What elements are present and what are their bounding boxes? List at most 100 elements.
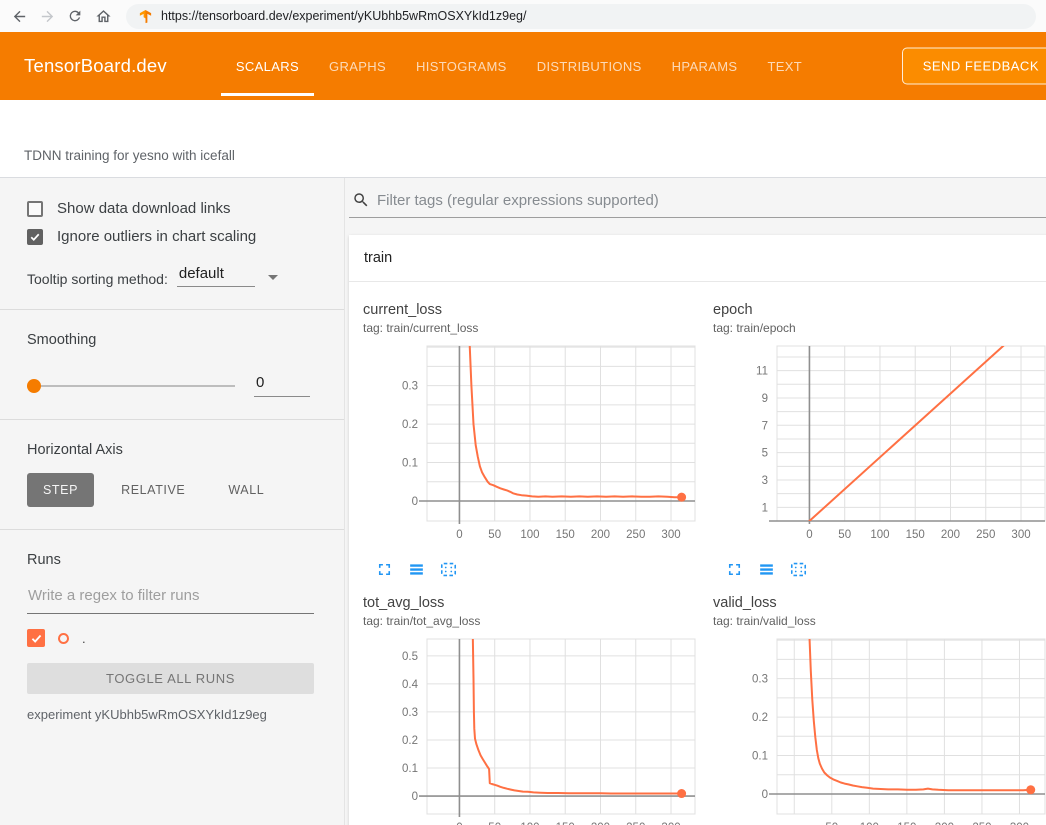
svg-text:0.2: 0.2 <box>402 419 418 431</box>
tab-scalars[interactable]: SCALARS <box>221 32 314 100</box>
run-checkbox[interactable] <box>27 629 45 647</box>
svg-text:0.3: 0.3 <box>402 381 418 393</box>
smoothing-value[interactable]: 0 <box>254 374 310 397</box>
tab-graphs[interactable]: GRAPHS <box>314 32 401 100</box>
svg-text:0.3: 0.3 <box>752 674 768 686</box>
svg-text:250: 250 <box>626 529 645 541</box>
tooltip-sorting-value: default <box>177 265 255 287</box>
chart-tag: tag: train/valid_loss <box>713 614 1046 628</box>
svg-text:100: 100 <box>870 529 889 541</box>
fit-domain-icon[interactable] <box>438 559 458 579</box>
general-settings-section: Show data download links Ignore outliers … <box>0 178 344 310</box>
smoothing-label: Smoothing <box>27 332 314 348</box>
tab-text[interactable]: TEXT <box>752 32 817 100</box>
chart-plot-valid_loss[interactable]: 5010015020025030000.10.20.3 <box>713 633 1046 825</box>
svg-text:0.2: 0.2 <box>752 712 768 724</box>
svg-text:0.4: 0.4 <box>402 679 419 691</box>
tag-group-card: train current_loss tag: train/current_los… <box>349 235 1046 825</box>
slider-thumb[interactable] <box>27 379 41 393</box>
tooltip-sorting-select[interactable]: default <box>177 265 278 287</box>
checkbox-label: Ignore outliers in chart scaling <box>57 228 256 245</box>
svg-text:250: 250 <box>976 529 995 541</box>
svg-text:0.1: 0.1 <box>402 458 418 470</box>
forward-icon[interactable] <box>34 3 60 29</box>
toggle-all-runs-button[interactable]: TOGGLE ALL RUNS <box>27 663 314 694</box>
send-feedback-button[interactable]: SEND FEEDBACK <box>902 48 1046 85</box>
svg-text:150: 150 <box>906 529 925 541</box>
axis-option-wall[interactable]: WALL <box>212 473 280 507</box>
chart-card-current_loss: current_loss tag: train/current_loss 0 50 10… <box>349 290 699 583</box>
axis-option-step[interactable]: STEP <box>27 473 94 507</box>
tag-group-header[interactable]: train <box>349 235 1046 282</box>
svg-text:0: 0 <box>806 529 812 541</box>
svg-text:300: 300 <box>1011 529 1030 541</box>
runs-label: Runs <box>27 552 314 568</box>
runs-section: Runs . TOGGLE ALL RUNS experiment yKUbhb… <box>0 530 344 744</box>
back-icon[interactable] <box>6 3 32 29</box>
series-line-. <box>473 636 682 793</box>
checkbox-label: Show data download links <box>57 200 230 217</box>
svg-text:9: 9 <box>762 393 768 405</box>
smoothing-section: Smoothing 0 <box>0 310 344 420</box>
axis-option-relative[interactable]: RELATIVE <box>105 473 201 507</box>
svg-text:300: 300 <box>661 529 680 541</box>
slider-track <box>27 385 235 387</box>
svg-text:200: 200 <box>941 529 960 541</box>
main-panel: train current_loss tag: train/current_los… <box>345 178 1046 825</box>
checkbox-row[interactable]: Ignore outliers in chart scaling <box>27 228 314 245</box>
experiment-title: TDNN training for yesno with icefall <box>24 148 235 163</box>
runs-filter-input[interactable] <box>27 587 314 614</box>
svg-text:0.5: 0.5 <box>402 651 418 663</box>
chart-plot-tot_avg_loss[interactable]: 05010015020025030000.10.20.30.40.5 <box>363 633 699 825</box>
svg-text:0: 0 <box>456 529 462 541</box>
chart-title: current_loss <box>363 302 699 318</box>
svg-text:0.2: 0.2 <box>402 735 418 747</box>
svg-text:50: 50 <box>488 529 501 541</box>
run-color-swatch <box>58 633 69 644</box>
svg-text:0.1: 0.1 <box>402 763 418 775</box>
series-line-. <box>809 633 1030 790</box>
checkbox-icon[interactable] <box>27 229 43 245</box>
chart-plot-epoch[interactable]: 0501001502002503001357911 <box>713 340 1046 550</box>
settings-sidebar: Show data download links Ignore outliers … <box>0 178 345 825</box>
checkbox-row[interactable]: Show data download links <box>27 200 314 217</box>
tag-filter-row <box>349 178 1046 218</box>
search-icon <box>352 191 370 209</box>
horizontal-axis-section: Horizontal Axis STEPRELATIVEWALL <box>0 420 344 530</box>
tab-distributions[interactable]: DISTRIBUTIONS <box>522 32 657 100</box>
svg-text:100: 100 <box>520 529 539 541</box>
url-bar[interactable]: https://tensorboard.dev/experiment/yKUbh… <box>126 4 1036 29</box>
tab-hparams[interactable]: HPARAMS <box>657 32 753 100</box>
run-row[interactable]: . <box>27 629 314 647</box>
series-end-dot <box>677 493 686 502</box>
app-header: TensorBoard.dev SCALARSGRAPHSHISTOGRAMSD… <box>0 32 1046 100</box>
horizontal-lines-icon[interactable] <box>406 559 426 579</box>
chart-tag: tag: train/current_loss <box>363 321 699 335</box>
tag-filter-input[interactable] <box>377 192 1046 209</box>
charts-grid: current_loss tag: train/current_loss 0 50 10… <box>349 282 1046 825</box>
home-icon[interactable] <box>90 3 116 29</box>
chart-card-epoch: epochtag: train/epoch0501001502002503001… <box>699 290 1046 583</box>
fullscreen-icon[interactable] <box>374 559 394 579</box>
reload-icon[interactable] <box>62 3 88 29</box>
brand-logo: TensorBoard.dev <box>24 55 167 77</box>
chart-actions <box>374 559 699 579</box>
smoothing-slider[interactable] <box>27 379 235 393</box>
chart-plot-current_loss[interactable]: 05010015020025030000.10.20.3 <box>363 340 699 550</box>
fullscreen-icon[interactable] <box>724 559 744 579</box>
series-line-. <box>469 340 681 497</box>
horizontal-lines-icon[interactable] <box>756 559 776 579</box>
run-name: . <box>82 631 86 646</box>
checkbox-icon[interactable] <box>27 201 43 217</box>
fit-domain-icon[interactable] <box>788 559 808 579</box>
browser-chrome: https://tensorboard.dev/experiment/yKUbh… <box>0 0 1046 32</box>
tag-group-title: train <box>364 250 392 266</box>
experiment-caption: experiment yKUbhb5wRmOSXYkId1z9eg <box>27 707 314 722</box>
tooltip-sorting-row: Tooltip sorting method: default <box>27 265 314 287</box>
svg-text:200: 200 <box>591 529 610 541</box>
chevron-down-icon <box>268 275 278 280</box>
svg-text:150: 150 <box>556 529 575 541</box>
tab-histograms[interactable]: HISTOGRAMS <box>401 32 522 100</box>
series-end-dot <box>1026 785 1035 794</box>
experiment-bar: TDNN training for yesno with icefall <box>0 100 1046 178</box>
